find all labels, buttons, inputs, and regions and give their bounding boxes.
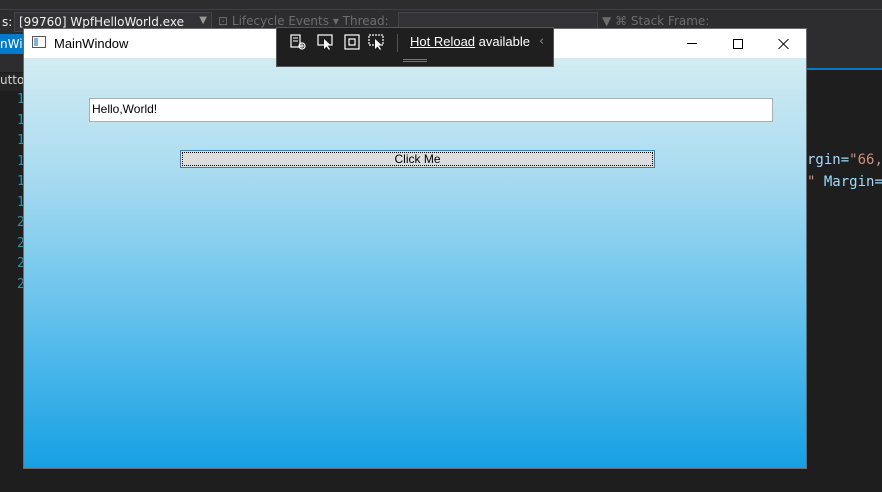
hot-reload-status-text: available [475, 34, 530, 49]
code-line: " Margin= [807, 174, 882, 196]
stack-frame-dropdown[interactable]: ▼ ⌘ Stack Frame: [602, 14, 709, 28]
code-line: rgin="66, [807, 152, 882, 174]
display-layout-adorners-icon[interactable] [343, 33, 361, 51]
chevron-down-icon: ▼ [199, 15, 207, 26]
window-app-icon[interactable] [32, 36, 46, 48]
editor-tab-active[interactable]: nWir [0, 34, 24, 54]
window-title: MainWindow [54, 36, 129, 51]
line-number: 2 [17, 235, 25, 251]
editor-accent-line [807, 68, 882, 70]
stack-frame-label: Stack Frame: [630, 14, 710, 28]
code-value: "66, [849, 152, 882, 168]
stack-frame-icon: ⌘ [615, 14, 628, 28]
click-me-button[interactable]: Click Me [180, 150, 655, 168]
minimize-icon [687, 43, 697, 44]
minimize-button[interactable] [669, 29, 715, 58]
lifecycle-label: Lifecycle Events [231, 14, 329, 28]
line-number: 1 [17, 194, 25, 210]
select-element-icon[interactable] [317, 33, 335, 51]
click-me-label: Click Me [394, 152, 441, 166]
line-number: 2 [17, 276, 25, 292]
maximize-button[interactable] [715, 29, 761, 58]
hot-reload-link[interactable]: Hot Reload [410, 34, 475, 49]
line-number: 1 [17, 153, 25, 169]
track-focused-element-icon[interactable] [368, 33, 386, 51]
window-client-area: Hello,World! Click Me [24, 58, 806, 468]
line-number-gutter: 1 1 1 1 1 1 2 2 2 2 [0, 92, 25, 297]
code-attr: Margin= [815, 174, 882, 190]
hello-textbox[interactable]: Hello,World! [89, 98, 773, 122]
maximize-icon [733, 38, 743, 49]
thread-label: Thread: [342, 14, 389, 28]
code-attr: rgin= [807, 152, 850, 168]
lifecycle-events-dropdown[interactable]: ⊡ Lifecycle Events ▾ Thread: [218, 14, 389, 28]
drag-grip-icon[interactable] [403, 59, 427, 62]
close-button[interactable] [761, 29, 807, 58]
hot-reload-status: Hot Reload available [410, 34, 530, 49]
close-icon [778, 38, 790, 50]
line-number: 1 [17, 92, 25, 107]
line-number: 1 [17, 112, 25, 128]
chevron-down-icon: ▾ [332, 14, 339, 28]
live-visual-tree-icon[interactable] [289, 33, 307, 51]
hot-reload-toolbar: Hot Reload available ‹ [276, 27, 554, 67]
line-number: 1 [17, 174, 25, 189]
ide-toolbar-top [0, 0, 882, 10]
lifecycle-icon: ⊡ [218, 14, 229, 28]
code-editor-fragment: rgin="66, " Margin= [807, 152, 882, 196]
line-number: 2 [17, 215, 25, 230]
editor-navigation-bar[interactable]: uttor [0, 73, 24, 91]
process-value: [99760] WpfHelloWorld.exe [19, 15, 184, 29]
editor-header-band [807, 34, 882, 68]
main-window: MainWindow Hello,World! Click Me [23, 28, 807, 469]
line-number: 1 [17, 133, 25, 148]
line-number: 2 [17, 256, 25, 271]
toolbar-separator [397, 34, 398, 52]
collapse-toolbar-icon[interactable]: ‹ [539, 34, 544, 49]
filter-icon: ▼ [602, 14, 612, 28]
process-label: s: [2, 15, 13, 29]
